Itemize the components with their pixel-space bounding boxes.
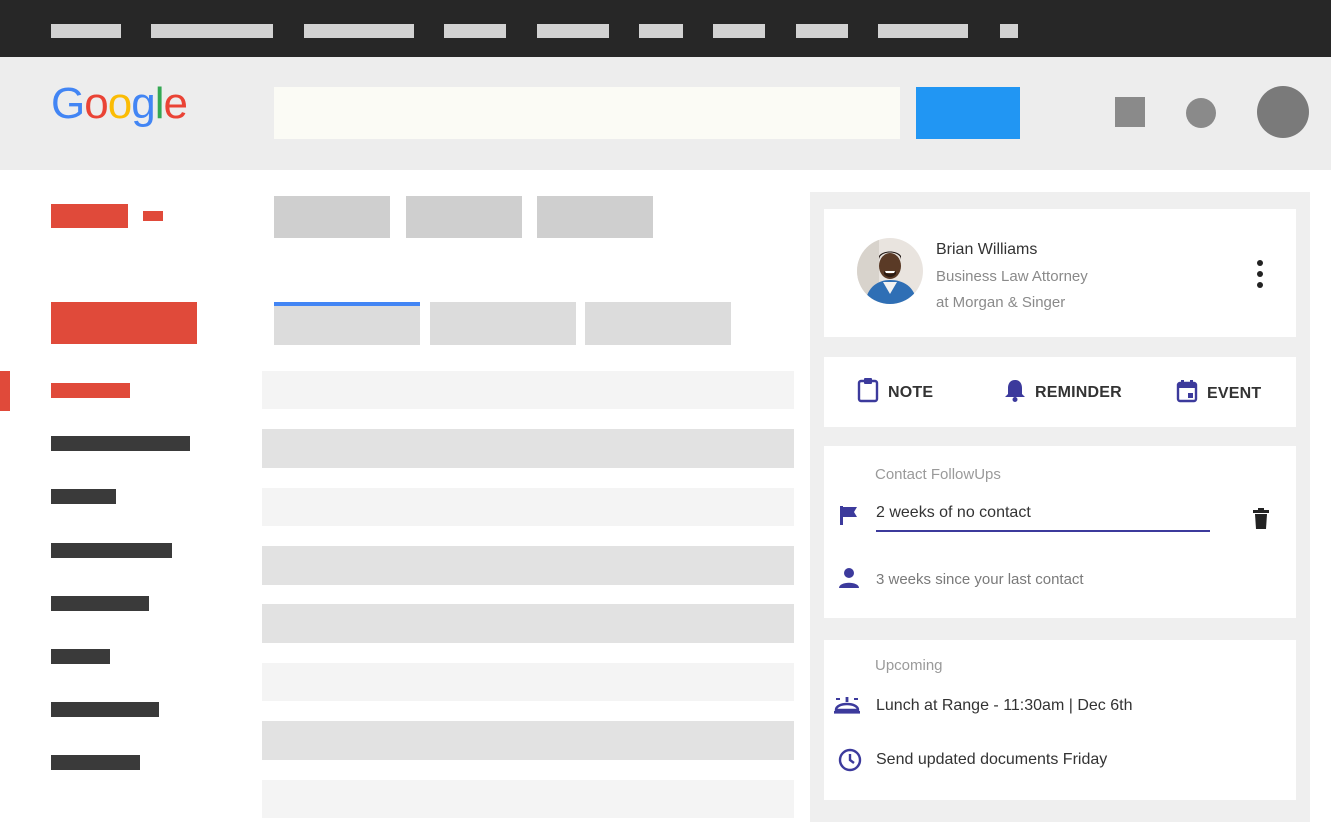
toolbar-button[interactable]	[537, 196, 653, 238]
toolbar-button[interactable]	[406, 196, 522, 238]
logo-letter: o	[107, 79, 133, 128]
sidebar-item[interactable]	[51, 649, 110, 664]
list-item[interactable]	[262, 721, 794, 760]
list-item[interactable]	[262, 604, 794, 643]
reminder-label: REMINDER	[1035, 383, 1122, 401]
active-indicator	[0, 371, 10, 411]
trash-icon[interactable]	[1252, 508, 1270, 535]
contact-company: at Morgan & Singer	[936, 294, 1066, 311]
person-icon	[838, 567, 860, 594]
search-input[interactable]	[274, 87, 900, 139]
list-item[interactable]	[262, 429, 794, 468]
top-nav-item[interactable]	[713, 24, 765, 38]
sidebar-item[interactable]	[51, 489, 116, 504]
search-button[interactable]	[916, 87, 1020, 139]
google-logo[interactable]: Google	[51, 79, 188, 128]
clock-icon	[838, 748, 862, 777]
primary-sidebar-button[interactable]	[51, 302, 197, 344]
sidebar-item[interactable]	[51, 702, 159, 717]
followups-title: Contact FollowUps	[875, 466, 1001, 483]
compose-button[interactable]	[51, 204, 128, 228]
followup-underline	[876, 530, 1210, 532]
flag-icon	[838, 504, 860, 531]
contact-avatar[interactable]	[857, 238, 923, 304]
compose-indicator	[143, 211, 163, 221]
logo-letter: G	[51, 79, 85, 128]
upcoming-item-text[interactable]: Lunch at Range - 11:30am | Dec 6th	[876, 697, 1132, 715]
calendar-icon	[1176, 379, 1198, 408]
sidebar-item[interactable]	[51, 543, 172, 558]
top-nav-item[interactable]	[878, 24, 968, 38]
sidebar-item[interactable]	[51, 436, 190, 451]
logo-letter: e	[163, 79, 188, 128]
note-label: NOTE	[888, 383, 934, 401]
account-avatar[interactable]	[1257, 86, 1309, 138]
meal-icon	[833, 694, 861, 721]
tab[interactable]	[430, 302, 576, 345]
list-item[interactable]	[262, 663, 794, 701]
followup-item-text: 3 weeks since your last contact	[876, 571, 1084, 588]
upcoming-title: Upcoming	[875, 657, 943, 674]
apps-icon[interactable]	[1115, 97, 1145, 127]
clipboard-icon	[857, 377, 879, 408]
list-item[interactable]	[262, 488, 794, 526]
sidebar-item[interactable]	[51, 755, 140, 770]
top-nav-item[interactable]	[796, 24, 848, 38]
top-nav-item[interactable]	[444, 24, 506, 38]
toolbar-button[interactable]	[274, 196, 390, 238]
top-nav-item[interactable]	[1000, 24, 1018, 38]
followup-item-text[interactable]: 2 weeks of no contact	[876, 504, 1031, 522]
contact-name: Brian Williams	[936, 241, 1038, 258]
top-nav-item[interactable]	[304, 24, 414, 38]
event-label: EVENT	[1207, 384, 1262, 402]
event-button[interactable]: EVENT	[1176, 379, 1261, 408]
reminder-button[interactable]: REMINDER	[1004, 378, 1122, 407]
contact-title: Business Law Attorney	[936, 268, 1088, 285]
tab-active[interactable]	[274, 302, 420, 345]
sidebar-item-active[interactable]	[51, 383, 130, 398]
top-nav-item[interactable]	[639, 24, 683, 38]
sidebar-item[interactable]	[51, 596, 149, 611]
tab-active-indicator	[274, 302, 420, 306]
top-nav-item[interactable]	[537, 24, 609, 38]
top-nav-item[interactable]	[151, 24, 273, 38]
list-item[interactable]	[262, 546, 794, 585]
logo-letter: o	[84, 79, 109, 128]
notifications-icon[interactable]	[1186, 98, 1216, 128]
note-button[interactable]: NOTE	[857, 377, 933, 408]
upcoming-item-text[interactable]: Send updated documents Friday	[876, 751, 1107, 769]
more-vert-icon[interactable]	[1252, 258, 1268, 292]
top-nav-item[interactable]	[51, 24, 121, 38]
logo-letter: g	[131, 79, 156, 128]
top-app-bar	[0, 0, 1331, 57]
tab[interactable]	[585, 302, 731, 345]
list-item[interactable]	[262, 780, 794, 818]
bell-icon	[1004, 378, 1026, 407]
list-item[interactable]	[262, 371, 794, 409]
